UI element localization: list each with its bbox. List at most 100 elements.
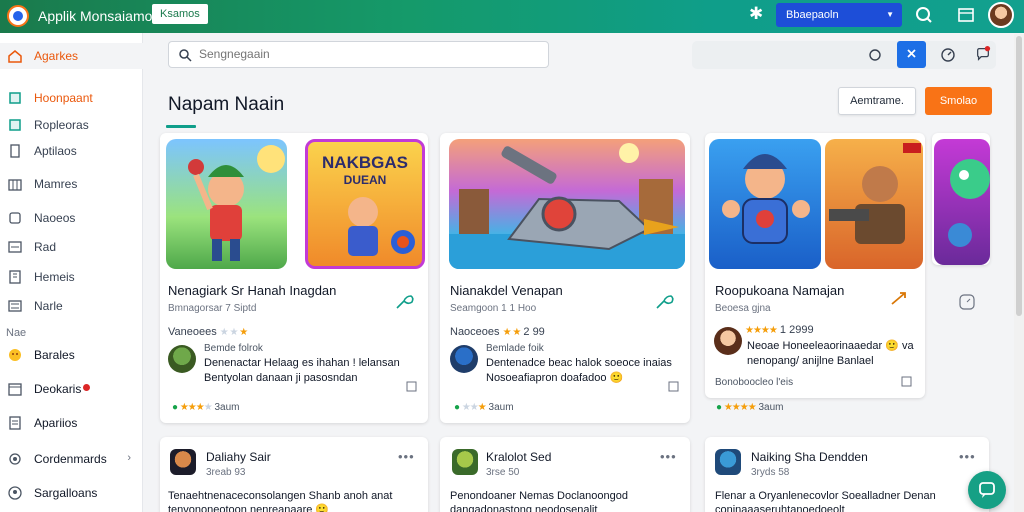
search-input[interactable] [199,47,499,61]
post-text: dangadonastong neodosenalit [450,504,598,512]
sidebar-item-aptilaos[interactable]: Aptilaos [0,138,143,164]
link-icon[interactable] [394,293,416,311]
card-title: Roopukoana Namajan [715,283,845,298]
notification-dot [83,384,91,391]
sidebar-item-deokaris[interactable]: Deokaris [0,376,143,402]
sidebar-item-sargalloans[interactable]: Sargalloans [0,480,143,506]
secondary-button[interactable]: Aemtrame. [838,87,916,115]
sidebar-item-hemeis[interactable]: Hemeis [0,264,143,290]
post-card[interactable]: Kralolot Sed 3rse 50 ••• Penondoaner Nem… [440,437,690,512]
footer-label: 3aum [758,402,784,413]
primary-button[interactable]: Smolao [925,87,992,115]
star-icon: ★★★★ [745,325,778,336]
card-title: Nenagiark Sr Hanah Inagdan [168,283,337,298]
game-art-image: NAKBGAS DUEAN [305,139,425,269]
user-avatar[interactable] [988,2,1014,28]
link-icon[interactable] [654,293,676,311]
star-icon: ★ ★ [502,327,522,338]
more-icon[interactable]: ••• [660,449,677,464]
sidebar-item-ropleoras[interactable]: Ropleoras [0,112,143,138]
post-title: Naiking Sha Dendden [751,450,868,464]
avatar [452,449,478,475]
search-icon[interactable] [913,4,935,26]
game-art-image [934,139,990,265]
card-footer: ● ★★★ 3aum [454,402,514,413]
pin-icon [907,49,916,58]
more-icon[interactable]: ••• [959,449,976,464]
more-icon[interactable]: ••• [398,449,415,464]
refresh-icon[interactable] [867,47,883,63]
sidebar-item-label: Aptilaos [34,144,77,158]
review-author: Bemde folrok [204,343,263,354]
person-icon [8,486,22,500]
game-card-partial[interactable] [932,133,990,265]
sidebar-item-label: Hemeis [34,270,75,284]
post-meta: 3reab 93 [206,467,246,478]
post-text: coninaaaseruhtanoedoeolt [715,504,845,512]
chat-icon [979,482,995,498]
sidebar-item-mamres[interactable]: Mamres [0,171,143,197]
star-icon: ★★★ [179,402,205,413]
card-rating: Naoceoes ★ ★ 2 99 [450,326,545,338]
avatar [715,449,741,475]
app-title: Applik Monsaiamo [38,8,153,24]
sidebar-item-barales[interactable]: Barales [0,342,143,368]
grid-icon [8,179,22,191]
star-icon: ★ [203,402,213,413]
external-icon[interactable] [406,381,417,392]
star-icon: ★ [237,327,248,338]
title-underline [166,125,196,128]
app-logo[interactable] [7,5,29,27]
card-subtitle: Bmnagorsar 7 Siptd [168,303,257,314]
star-icon: ★★ [461,402,479,413]
chevron-right-icon: › [127,452,131,464]
post-card[interactable]: Daliahy Sair 3reab 93 ••• Tenaehtnenacec… [160,437,428,512]
page-title: Napam Naain [168,94,285,115]
sidebar-item-narle[interactable]: Narle [0,293,143,319]
sidebar-item-label: Deokaris [34,382,91,396]
sidebar-item-rad[interactable]: Rad [0,234,143,260]
external-icon[interactable] [901,376,912,387]
star-icon[interactable]: ✱ [749,4,763,24]
game-card[interactable]: Nianakdel Venapan Seamgoon 1 1 Hoo Naoce… [440,133,690,423]
sidebar-item-label: Agarkes [34,49,79,63]
clock-icon[interactable] [958,293,976,311]
review-text: nenopang/ anijlne Banlael [747,355,874,367]
post-card[interactable]: Naiking Sha Dendden 3ryds 58 ••• Flenar … [705,437,989,512]
review-author: Bemlade foik [486,343,544,354]
filter-button[interactable] [897,41,926,68]
post-meta: 3ryds 58 [751,467,790,478]
sidebar-item-apariios[interactable]: Apariios [0,410,143,436]
avatar [168,345,196,373]
post-title: Kralolot Sed [486,450,552,464]
game-card[interactable]: NAKBGAS DUEAN Nenagiark Sr Hanah Inagdan… [160,133,428,423]
post-text: Flenar a Oryanlenecovlor Soealladner Den… [715,490,936,502]
search-icon [179,49,192,62]
main-search[interactable] [168,41,549,68]
bookmark-icon [9,92,21,104]
chat-fab-button[interactable] [968,471,1006,509]
game-art-image [166,139,287,269]
chat-icon[interactable] [975,46,991,62]
card-rating: Vaneoees ★ ★ ★ [168,326,248,338]
rating-value: 2 99 [523,326,545,338]
check-icon: ● [172,402,178,413]
calendar-icon [8,383,22,396]
page-icon [9,416,21,430]
external-icon[interactable] [668,381,679,392]
sidebar-item-label: Naoeos [34,211,76,225]
scrollbar-thumb[interactable] [1016,36,1022,316]
sidebar-item-naoeos[interactable]: Naoeos [0,205,143,231]
link-icon[interactable] [889,289,911,307]
sidebar-item-home[interactable]: Agarkes [0,43,143,69]
top-search-dropdown[interactable]: Bbaepaoln ▼ [776,3,902,27]
sidebar-item-label: Cordenmards [34,452,107,466]
clock-icon[interactable] [940,47,956,63]
sidebar-item-hoonpaant[interactable]: Hoonpaant [0,85,143,111]
window-icon[interactable] [955,4,977,26]
avatar [714,327,742,355]
sidebar-item-cordenmards[interactable]: Cordenmards › [0,446,143,472]
workspace-badge[interactable]: Ksamos [152,4,208,24]
game-card[interactable]: Roopukoana Namajan Beoesa gjna ★★★★ 1 29… [705,133,925,398]
post-meta: 3rse 50 [486,467,520,478]
